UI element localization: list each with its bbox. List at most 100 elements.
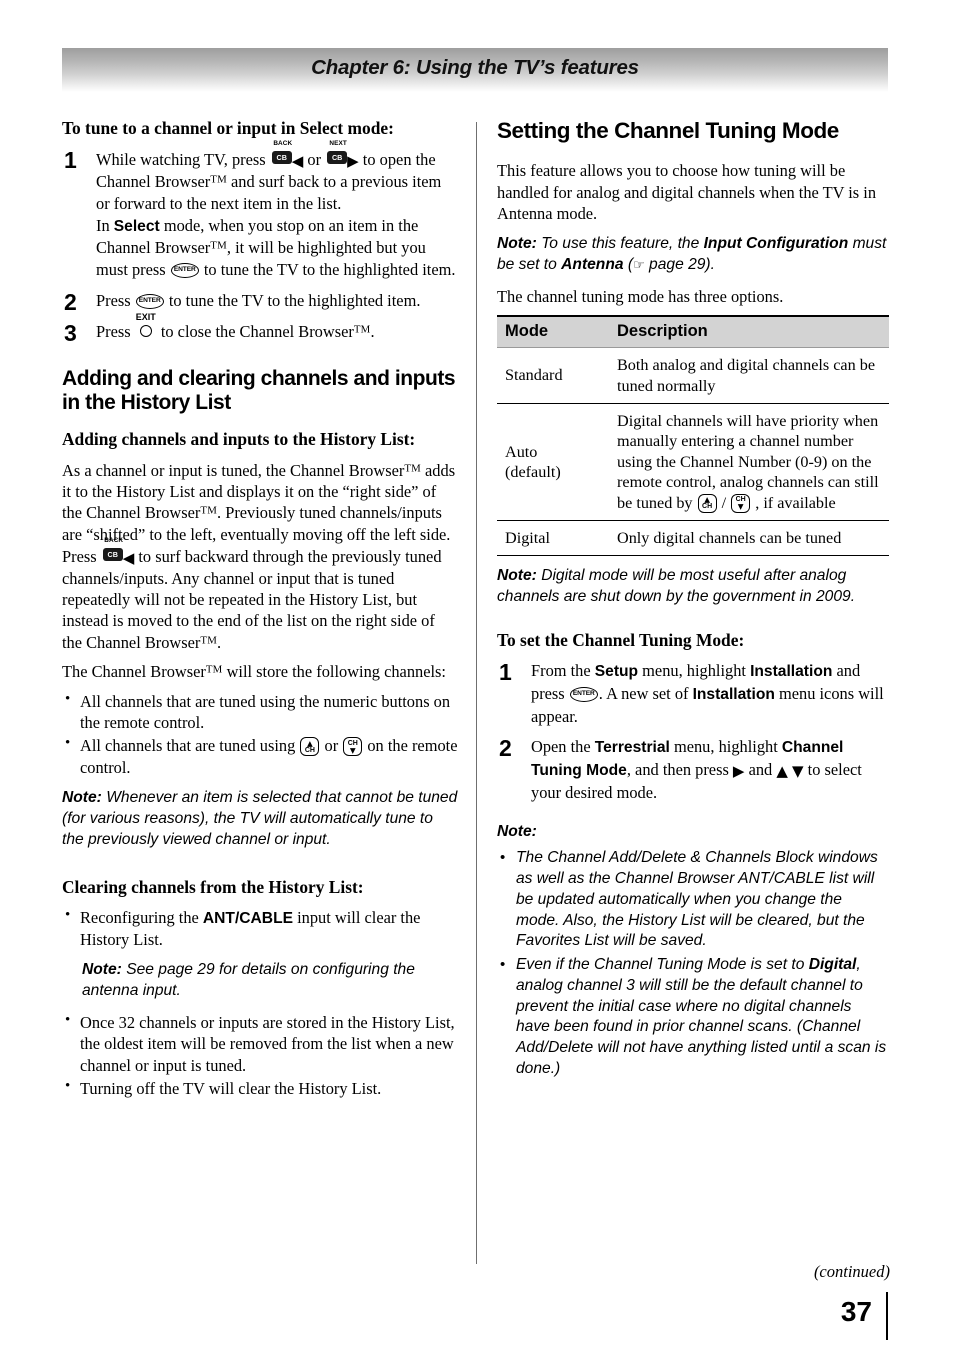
page-number: 37 bbox=[840, 1296, 872, 1327]
next-cb-key-icon[interactable]: NEXT bbox=[326, 140, 348, 168]
channel-up-key-icon[interactable]: ▲ CH bbox=[697, 493, 717, 513]
antenna-keyword: Antenna bbox=[561, 256, 624, 274]
cell-mode-line-2: (default) bbox=[505, 463, 561, 482]
cell-mode: Digital bbox=[497, 520, 609, 557]
pointing-hand-icon: ☞ bbox=[633, 258, 645, 274]
step-2: 2 Press to tune the TV to the highlighte… bbox=[62, 289, 458, 315]
store-channels-bullets: All channels that are tuned using the nu… bbox=[62, 690, 458, 779]
bullet-ch-seg-1: All channels that are tuned using bbox=[80, 736, 300, 756]
exit-key-icon[interactable]: EXIT bbox=[136, 312, 156, 340]
cb-key-body bbox=[102, 548, 123, 562]
arrow-left-icon[interactable]: ◀ bbox=[123, 551, 135, 566]
trademark-mark: TM bbox=[205, 663, 223, 676]
channel-up-key-icon[interactable]: ▲ CH bbox=[300, 737, 320, 757]
table-row: Standard Both analog and digital channel… bbox=[497, 347, 889, 404]
enter-key-icon[interactable] bbox=[170, 263, 199, 279]
table-row: Digital Only digital channels can be tun… bbox=[497, 520, 889, 557]
step-text-2: to tune the TV to the highlighted item. bbox=[164, 291, 421, 311]
arrow-right-icon[interactable]: ▶ bbox=[733, 764, 745, 779]
cell-mode: Standard bbox=[497, 347, 609, 404]
manual-page: Chapter 6: Using the TV’s features To tu… bbox=[0, 0, 954, 1354]
trademark-mark: TM bbox=[200, 504, 218, 517]
heading-adding-clearing: Adding and clearing channels and inputs … bbox=[62, 366, 456, 415]
channel-down-key-icon[interactable]: CH ▼ bbox=[343, 737, 363, 757]
arrow-down-icon: ▼ bbox=[737, 502, 744, 512]
list-item: All channels that are tuned using ▲CH or… bbox=[62, 734, 458, 778]
step-number: 2 bbox=[499, 735, 512, 762]
ch-label: CH bbox=[702, 503, 713, 511]
step-number: 3 bbox=[64, 319, 77, 346]
clearing-bullets-top: Reconfiguring the ANT/CABLE input will c… bbox=[62, 906, 458, 951]
cell-mode-line-1: Auto bbox=[505, 442, 538, 461]
right-column: Setting the Channel Tuning Mode This fea… bbox=[497, 118, 889, 1086]
note-text: Whenever an item is selected that cannot… bbox=[62, 789, 458, 848]
installation-keyword-2: Installation bbox=[692, 685, 775, 703]
note-label: Note: bbox=[497, 822, 537, 840]
exit-caption: EXIT bbox=[135, 311, 156, 322]
note-label: Note: bbox=[497, 567, 537, 585]
arrow-left-icon[interactable]: ◀ bbox=[292, 154, 304, 169]
step-seg-4: . A new set of bbox=[598, 683, 693, 703]
arrow-down-icon[interactable]: ▼ bbox=[792, 764, 804, 779]
ch-label: CH bbox=[304, 746, 315, 754]
step-text: While watching TV, press bbox=[96, 150, 270, 170]
note-see-page-29: Note: See page 29 for details on configu… bbox=[82, 960, 458, 1001]
para-store-seg-2: will store the following channels: bbox=[222, 662, 446, 682]
next-caption: NEXT bbox=[329, 140, 347, 148]
cell-description: Both analog and digital channels can be … bbox=[609, 347, 889, 404]
page-title: Chapter 6: Using the TV’s features bbox=[311, 56, 639, 79]
arrow-up-icon: ▲ bbox=[307, 738, 313, 748]
para-three-options: The channel tuning mode has three option… bbox=[497, 286, 784, 306]
heading-adding-to-history: Adding channels and inputs to the Histor… bbox=[62, 429, 416, 450]
cb-key-body bbox=[327, 151, 348, 165]
arrow-right-icon[interactable]: ▶ bbox=[347, 154, 359, 169]
digital-keyword: Digital bbox=[808, 956, 857, 974]
note-seg-3: ( bbox=[623, 256, 634, 274]
heading-to-set-mode: To set the Channel Tuning Mode: bbox=[497, 629, 745, 650]
note-bullets-label: Note: bbox=[497, 822, 889, 843]
para-store-seg-1: The Channel Browser bbox=[62, 662, 206, 682]
column-header-mode: Mode bbox=[497, 315, 609, 349]
trademark-mark: TM bbox=[210, 239, 227, 252]
para-adding-history: As a channel or input is tuned, the Chan… bbox=[62, 460, 458, 654]
bullet-seg-2: , analog channel 3 will still be the def… bbox=[516, 956, 887, 1077]
note-cannot-tune: Note: Whenever an item is selected that … bbox=[62, 788, 458, 850]
table-header-row: Mode Description bbox=[497, 315, 889, 349]
set-mode-steps: 1 From the Setup menu, highlight Install… bbox=[497, 659, 889, 804]
step-text: Press bbox=[96, 321, 135, 341]
enter-key-icon[interactable] bbox=[569, 686, 598, 702]
table-row: Auto (default) Digital channels will have… bbox=[497, 403, 889, 522]
step-number: 1 bbox=[499, 659, 512, 686]
channel-down-key-icon[interactable]: CH ▼ bbox=[731, 493, 751, 513]
list-item: Once 32 channels or inputs are stored in… bbox=[62, 1011, 458, 1076]
enter-key-icon[interactable] bbox=[135, 294, 164, 310]
step-text-8: to tune the TV to the highlighted item. bbox=[199, 260, 456, 280]
step-text-2: to close the Channel Browser bbox=[156, 321, 354, 341]
table-body: Standard Both analog and digital channel… bbox=[497, 347, 889, 557]
list-item: Reconfiguring the ANT/CABLE input will c… bbox=[62, 906, 458, 951]
cell-description: Only digital channels can be tuned bbox=[609, 520, 889, 557]
trademark-mark: TM bbox=[210, 173, 227, 186]
bullet-seg-1: Reconfiguring the bbox=[80, 907, 203, 927]
list-item: The Channel Add/Delete & Channels Block … bbox=[497, 848, 889, 952]
back-cb-key-icon[interactable]: BACK bbox=[102, 537, 123, 565]
back-caption: BACK bbox=[273, 140, 293, 148]
step-seg-4: and bbox=[744, 760, 777, 780]
step-seg-1: Open the bbox=[531, 737, 595, 757]
step-text-5: In bbox=[96, 215, 114, 235]
continued-label: (continued) bbox=[813, 1262, 890, 1281]
trademark-mark: TM bbox=[200, 634, 218, 647]
ant-cable-keyword: ANT/CABLE bbox=[202, 909, 293, 927]
para-seg-5: . bbox=[217, 632, 222, 652]
heading-select-mode: To tune to a channel or input in Select … bbox=[62, 118, 394, 138]
select-mode-steps: 1 While watching TV, press BACK ◀ or NEXT… bbox=[62, 140, 458, 346]
arrow-up-icon: ▲ bbox=[704, 495, 710, 505]
list-item: Turning off the TV will clear the Histor… bbox=[62, 1077, 458, 1099]
arrow-up-icon[interactable]: ▲ bbox=[776, 764, 788, 779]
para-store-channels: The Channel BrowserTM will store the fol… bbox=[62, 661, 458, 682]
step-1: 1 From the Setup menu, highlight Install… bbox=[497, 659, 889, 727]
note-label: Note: bbox=[497, 235, 537, 253]
bullet-ch-seg-2: or bbox=[320, 736, 343, 756]
select-keyword: Select bbox=[113, 217, 160, 235]
back-cb-key-icon[interactable]: BACK bbox=[271, 140, 292, 168]
